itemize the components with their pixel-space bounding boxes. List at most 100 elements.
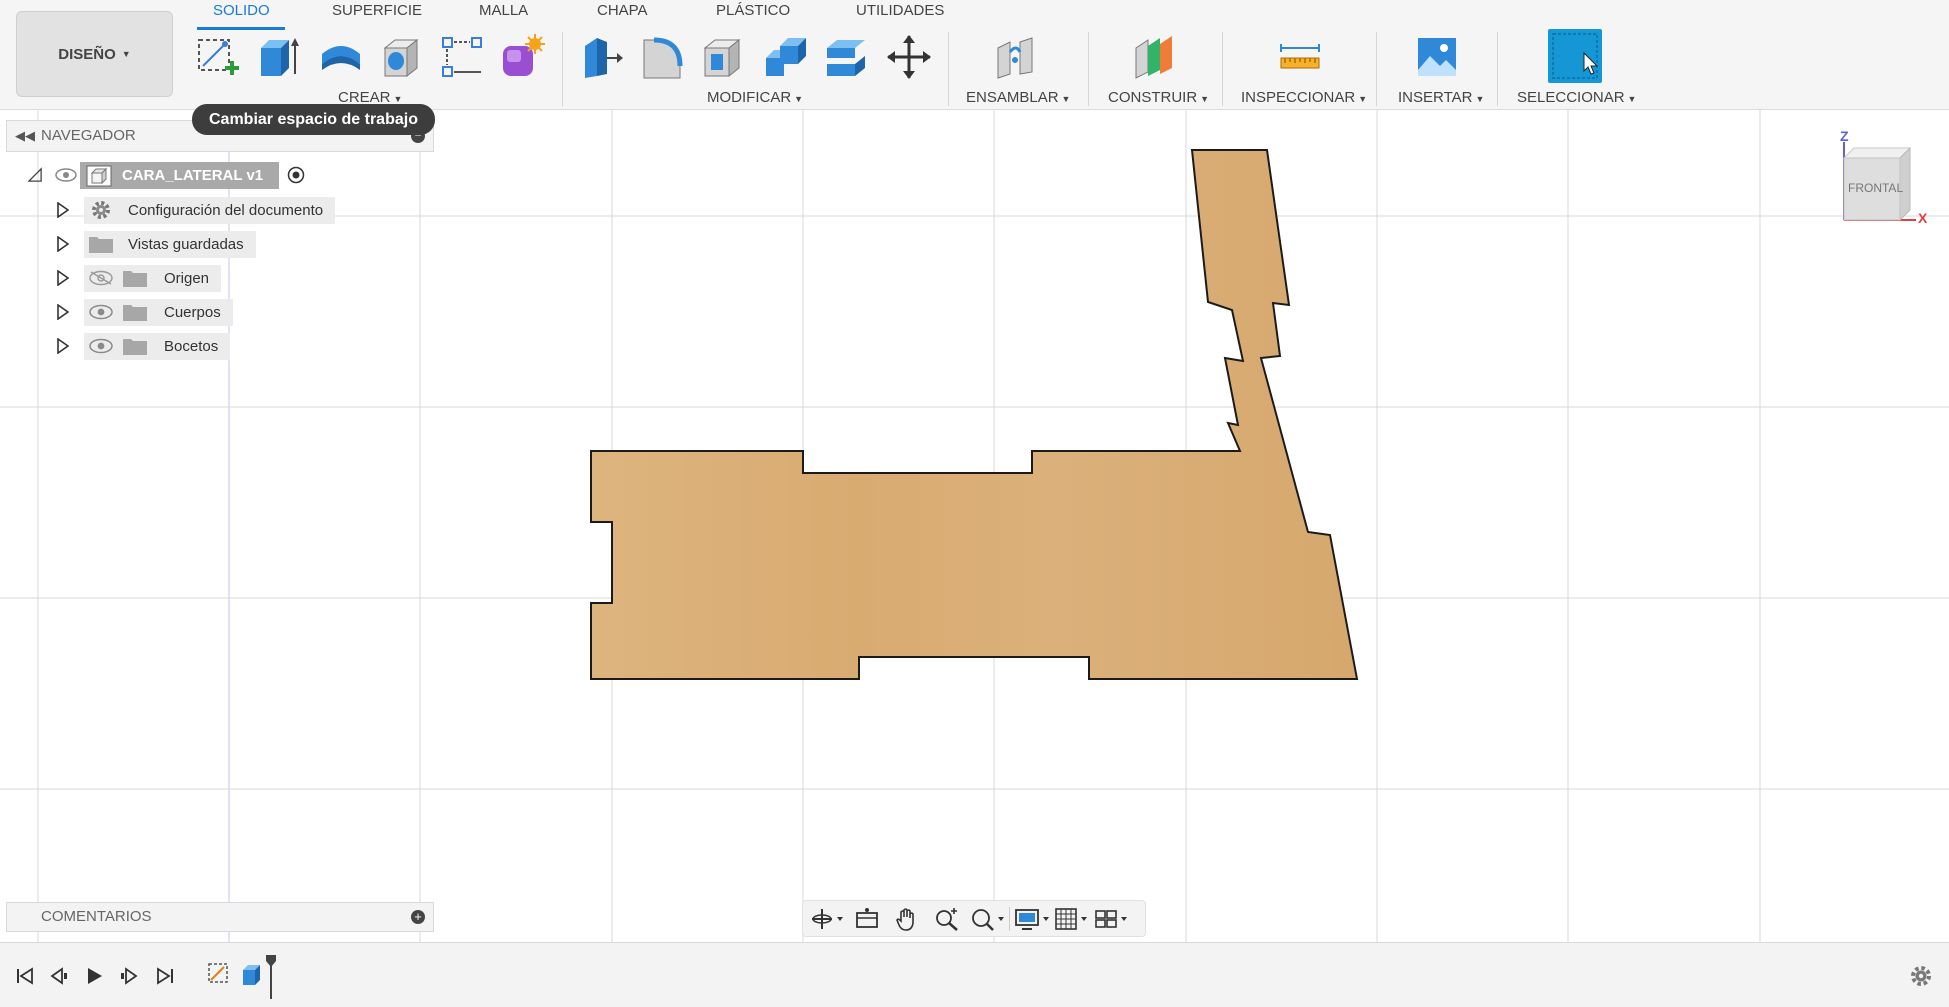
- combine-button[interactable]: [760, 30, 810, 84]
- fit-window-button[interactable]: [969, 904, 1005, 934]
- step-back-button[interactable]: [44, 963, 74, 989]
- tab-malla[interactable]: MALLA: [479, 2, 528, 19]
- tab-utilidades[interactable]: UTILIDADES: [856, 2, 944, 19]
- browser-item-label: Bocetos: [164, 337, 219, 355]
- monitor-icon: [1015, 908, 1049, 930]
- double-chevron-left-icon[interactable]: ◀◀: [15, 121, 35, 151]
- viewcube[interactable]: Z X FRONTAL: [1830, 128, 1930, 228]
- component-icon: [86, 165, 112, 186]
- browser-item-document-settings[interactable]: Configuración del documento: [56, 196, 336, 224]
- orbit-button[interactable]: [809, 904, 845, 934]
- group-modificar-menu[interactable]: MODIFICAR ▼: [707, 89, 803, 106]
- root-component-label[interactable]: CARA_LATERAL v1: [80, 161, 280, 189]
- eye-hidden-icon[interactable]: [88, 270, 114, 286]
- plus-circle-icon[interactable]: +: [411, 910, 425, 924]
- browser-item-saved-views[interactable]: Vistas guardadas: [56, 230, 256, 258]
- look-at-icon: [856, 907, 878, 928]
- expand-triangle-icon[interactable]: [56, 270, 70, 286]
- fillet-icon: [643, 37, 683, 79]
- navigation-bar: [802, 900, 1146, 937]
- browser-item-box: Origen: [84, 264, 222, 292]
- browser-item-bodies[interactable]: Cuerpos: [56, 298, 233, 326]
- revolve-button[interactable]: [316, 30, 366, 84]
- group-ensamblar-label: ENSAMBLAR: [966, 89, 1059, 106]
- insert-image-button[interactable]: [1412, 30, 1462, 84]
- create-sketch-button[interactable]: [193, 30, 243, 84]
- toolbar-divider: [1376, 32, 1377, 106]
- play-button[interactable]: [79, 963, 109, 989]
- step-forward-button[interactable]: [114, 963, 144, 989]
- gear-icon: [1911, 966, 1931, 986]
- go-to-end-button[interactable]: [150, 963, 180, 989]
- browser-item-label: Origen: [164, 269, 210, 287]
- browser-item-label: Configuración del documento: [128, 201, 324, 219]
- activate-radio-icon[interactable]: [283, 162, 309, 189]
- eye-icon[interactable]: [88, 304, 114, 320]
- measure-icon: [1280, 44, 1320, 69]
- offset-plane-button[interactable]: [1130, 30, 1180, 84]
- model-canvas[interactable]: [0, 110, 1949, 942]
- shell-button[interactable]: [699, 30, 749, 84]
- skip-start-icon: [17, 967, 33, 985]
- workspace-label: DISEÑO: [58, 45, 116, 63]
- hole-icon: [383, 38, 419, 78]
- folder-icon: [123, 305, 147, 321]
- eye-icon[interactable]: [88, 338, 114, 354]
- comments-panel[interactable]: COMENTARIOS +: [6, 902, 434, 932]
- gear-icon: [92, 201, 110, 219]
- timeline-marker[interactable]: [266, 955, 276, 999]
- expand-triangle-icon[interactable]: [56, 338, 70, 354]
- press-pull-button[interactable]: [577, 30, 627, 84]
- create-form-button[interactable]: [497, 30, 547, 84]
- toolbar-divider: [1009, 906, 1010, 931]
- browser-root-row[interactable]: CARA_LATERAL v1: [28, 161, 309, 189]
- group-inspeccionar-label: INSPECCIONAR: [1241, 89, 1356, 106]
- timeline-extrude-feature[interactable]: [238, 961, 268, 987]
- tab-chapa[interactable]: CHAPA: [597, 2, 648, 19]
- browser-item-label: Vistas guardadas: [128, 235, 244, 253]
- group-inspeccionar-menu[interactable]: INSPECCIONAR ▼: [1241, 89, 1367, 106]
- group-modificar-label: MODIFICAR: [707, 89, 792, 106]
- fillet-button[interactable]: [638, 30, 688, 84]
- folder-icon: [89, 237, 113, 253]
- group-insertar-menu[interactable]: INSERTAR ▼: [1398, 89, 1484, 106]
- hole-button[interactable]: [377, 30, 427, 84]
- revolve-icon: [322, 46, 360, 70]
- browser-item-origin[interactable]: Origen: [56, 264, 222, 292]
- group-construir-menu[interactable]: CONSTRUIR ▼: [1108, 89, 1209, 106]
- pan-button[interactable]: [889, 904, 925, 934]
- axis-x-label: X: [1918, 210, 1928, 226]
- group-seleccionar-menu[interactable]: SELECCIONAR ▼: [1517, 89, 1636, 106]
- timeline-settings-button[interactable]: [1908, 963, 1934, 989]
- go-to-start-button[interactable]: [10, 963, 40, 989]
- display-settings-button[interactable]: [1014, 904, 1050, 934]
- form-icon: [503, 34, 545, 76]
- timeline-sketch-feature[interactable]: [204, 961, 234, 987]
- move-copy-button[interactable]: [884, 30, 934, 84]
- browser-item-sketches[interactable]: Bocetos: [56, 332, 231, 360]
- extrude-button[interactable]: [253, 30, 303, 84]
- joint-icon: [997, 37, 1033, 79]
- select-button[interactable]: [1548, 29, 1602, 83]
- tab-superficie[interactable]: SUPERFICIE: [332, 2, 422, 19]
- expand-triangle-icon[interactable]: [56, 236, 70, 252]
- look-at-button[interactable]: [849, 904, 885, 934]
- pattern-button[interactable]: [437, 30, 487, 84]
- tab-plastico[interactable]: PLÁSTICO: [716, 2, 790, 19]
- group-ensamblar-menu[interactable]: ENSAMBLAR ▼: [966, 89, 1070, 106]
- measure-button[interactable]: [1275, 30, 1325, 84]
- browser-item-box: Configuración del documento: [84, 196, 336, 224]
- expand-triangle-icon[interactable]: [56, 202, 70, 218]
- expand-triangle-icon[interactable]: [56, 304, 70, 320]
- group-seleccionar-label: SELECCIONAR: [1517, 89, 1625, 106]
- split-face-button[interactable]: [821, 30, 871, 84]
- grid-settings-button[interactable]: [1054, 904, 1090, 934]
- tab-solido[interactable]: SOLIDO: [213, 2, 270, 19]
- viewports-button[interactable]: [1094, 904, 1130, 934]
- eye-icon[interactable]: [52, 162, 80, 189]
- zoom-button[interactable]: [929, 904, 965, 934]
- workspace-switcher-button[interactable]: DISEÑO ▼: [16, 11, 173, 97]
- toolbar-divider: [948, 32, 949, 106]
- joint-button[interactable]: [992, 30, 1042, 84]
- root-collapse-triangle-icon[interactable]: [28, 167, 42, 183]
